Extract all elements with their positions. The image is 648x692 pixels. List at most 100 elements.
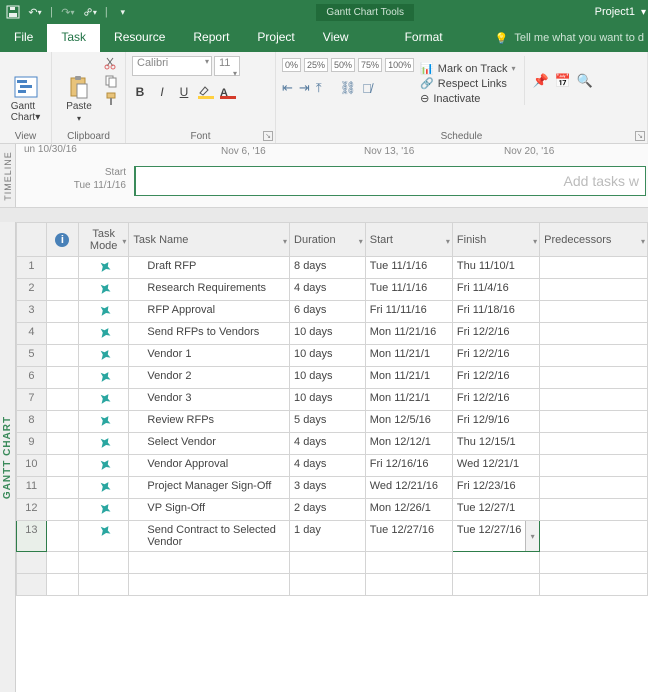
cell-start[interactable]: Mon 11/21/1 — [365, 389, 452, 411]
cell-start[interactable]: Fri 12/16/16 — [365, 455, 452, 477]
col-duration[interactable]: Duration▾ — [290, 223, 366, 257]
cell-predecessors[interactable] — [540, 367, 648, 389]
copy-icon[interactable] — [104, 74, 118, 88]
undo-icon[interactable]: ↶▾ — [28, 5, 42, 19]
cell-predecessors[interactable] — [540, 499, 648, 521]
table-row[interactable]: 9Select Vendor4 daysMon 12/12/1Thu 12/15… — [17, 433, 648, 455]
cell-info[interactable] — [46, 521, 78, 552]
table-row[interactable]: 5Vendor 110 daysMon 11/21/1Fri 12/2/16 — [17, 345, 648, 367]
cell-predecessors[interactable] — [540, 323, 648, 345]
cell-dropdown-icon[interactable]: ▾ — [525, 521, 539, 551]
link-tasks-icon[interactable]: ⛓ — [340, 80, 357, 96]
row-number[interactable]: 12 — [17, 499, 47, 521]
row-number[interactable]: 2 — [17, 279, 47, 301]
cell-finish[interactable]: Fri 12/2/16 — [452, 389, 539, 411]
cell-predecessors[interactable] — [540, 257, 648, 279]
cell-name[interactable]: Send Contract to Selected Vendor — [129, 521, 290, 552]
cell-info[interactable] — [46, 367, 78, 389]
cell-duration[interactable]: 5 days — [290, 411, 366, 433]
font-name-select[interactable]: Calibri▾ — [132, 56, 212, 76]
cell-predecessors[interactable] — [540, 279, 648, 301]
cell-predecessors[interactable] — [540, 433, 648, 455]
cell-mode[interactable] — [78, 521, 128, 552]
chevron-down-icon[interactable]: ▾ — [533, 237, 537, 246]
col-rownum[interactable] — [17, 223, 47, 257]
cell-info[interactable] — [46, 499, 78, 521]
cell-name[interactable]: VP Sign-Off — [129, 499, 290, 521]
save-icon[interactable] — [6, 5, 20, 19]
col-start[interactable]: Start▾ — [365, 223, 452, 257]
cell-mode[interactable] — [78, 301, 128, 323]
cell-name[interactable]: Select Vendor — [129, 433, 290, 455]
cell-predecessors[interactable] — [540, 389, 648, 411]
cell-name[interactable]: Vendor 1 — [129, 345, 290, 367]
cell-name[interactable]: Vendor 2 — [129, 367, 290, 389]
cell-info[interactable] — [46, 323, 78, 345]
cell-finish[interactable]: Wed 12/21/1 — [452, 455, 539, 477]
unlink-tasks-icon[interactable]: ⛓̸ — [362, 81, 372, 96]
cell-name[interactable]: Send RFPs to Vendors — [129, 323, 290, 345]
col-task-name[interactable]: Task Name▾ — [129, 223, 290, 257]
chevron-down-icon[interactable]: ▾ — [641, 237, 645, 246]
row-number[interactable]: 4 — [17, 323, 47, 345]
table-row[interactable]: 12VP Sign-Off2 daysMon 12/26/1Tue 12/27/… — [17, 499, 648, 521]
row-number[interactable]: 1 — [17, 257, 47, 279]
table-row[interactable]: 8Review RFPs5 daysMon 12/5/16Fri 12/9/16 — [17, 411, 648, 433]
fill-color-button[interactable] — [198, 85, 214, 99]
cell-name[interactable]: Draft RFP — [129, 257, 290, 279]
manual-schedule-icon[interactable]: 📌 — [533, 73, 549, 89]
cell-finish[interactable]: Fri 12/23/16 — [452, 477, 539, 499]
outdent-icon[interactable]: ⇤ — [282, 80, 293, 96]
cell-mode[interactable] — [78, 367, 128, 389]
cell-duration[interactable]: 10 days — [290, 389, 366, 411]
paste-button[interactable]: Paste ▾ — [58, 56, 100, 141]
font-dialog-launcher[interactable]: ↘ — [263, 131, 273, 141]
cell-start[interactable]: Mon 11/21/16 — [365, 323, 452, 345]
cell-info[interactable] — [46, 345, 78, 367]
link-icon[interactable]: ▾ — [83, 5, 97, 19]
redo-icon[interactable]: ↷▾ — [61, 5, 75, 19]
pct-0[interactable]: 0% — [282, 58, 301, 72]
cell-duration[interactable]: 10 days — [290, 367, 366, 389]
pct-25[interactable]: 25% — [304, 58, 328, 72]
cell-predecessors[interactable] — [540, 301, 648, 323]
table-row[interactable]: 6Vendor 210 daysMon 11/21/1Fri 12/2/16 — [17, 367, 648, 389]
dropdown-icon[interactable]: ▾ — [639, 7, 648, 18]
mark-on-track-button[interactable]: 📊Mark on Track▾ — [420, 62, 515, 75]
cell-mode[interactable] — [78, 323, 128, 345]
tab-format[interactable]: Format — [391, 24, 457, 52]
chevron-down-icon[interactable]: ▾ — [359, 237, 363, 246]
cell-duration[interactable]: 4 days — [290, 279, 366, 301]
table-row[interactable]: 13Send Contract to Selected Vendor1 dayT… — [17, 521, 648, 552]
cell-start[interactable]: Tue 11/1/16 — [365, 279, 452, 301]
cell-mode[interactable] — [78, 499, 128, 521]
pct-75[interactable]: 75% — [358, 58, 382, 72]
cell-mode[interactable] — [78, 477, 128, 499]
cell-info[interactable] — [46, 257, 78, 279]
cell-predecessors[interactable] — [540, 455, 648, 477]
table-row[interactable]: 1Draft RFP8 daysTue 11/1/16Thu 11/10/1 — [17, 257, 648, 279]
cell-finish[interactable]: Fri 11/18/16 — [452, 301, 539, 323]
tab-task[interactable]: Task — [47, 24, 100, 52]
cell-name[interactable]: Research Requirements — [129, 279, 290, 301]
pct-100[interactable]: 100% — [385, 58, 414, 72]
cell-info[interactable] — [46, 411, 78, 433]
table-row-empty[interactable] — [17, 552, 648, 574]
cell-finish[interactable]: Tue 12/27/16▾ — [452, 521, 539, 552]
cell-finish[interactable]: Fri 12/2/16 — [452, 345, 539, 367]
cell-predecessors[interactable] — [540, 477, 648, 499]
cell-name[interactable]: Vendor Approval — [129, 455, 290, 477]
row-number[interactable]: 13 — [17, 521, 47, 552]
tab-resource[interactable]: Resource — [100, 24, 179, 52]
cell-predecessors[interactable] — [540, 521, 648, 552]
cell-duration[interactable]: 10 days — [290, 345, 366, 367]
cell-name[interactable]: Project Manager Sign-Off — [129, 477, 290, 499]
table-row[interactable]: 4Send RFPs to Vendors10 daysMon 11/21/16… — [17, 323, 648, 345]
row-number[interactable]: 7 — [17, 389, 47, 411]
cell-mode[interactable] — [78, 279, 128, 301]
row-number[interactable]: 10 — [17, 455, 47, 477]
cell-mode[interactable] — [78, 433, 128, 455]
cell-start[interactable]: Tue 11/1/16 — [365, 257, 452, 279]
cell-finish[interactable]: Thu 12/15/1 — [452, 433, 539, 455]
cell-mode[interactable] — [78, 345, 128, 367]
